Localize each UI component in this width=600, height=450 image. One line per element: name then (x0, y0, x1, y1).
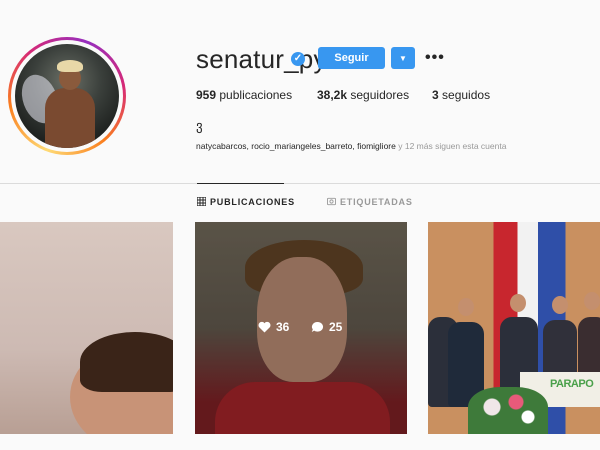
following-label: seguidos (442, 88, 491, 102)
post-banner-text: PARAPO (550, 378, 594, 390)
tab-tagged[interactable]: ETIQUETADAS (327, 197, 413, 207)
comment-bubble-icon (311, 321, 324, 332)
post-comments: 25 (311, 320, 342, 334)
following-count: 3 (432, 88, 439, 102)
profile-username: senatur_py (196, 44, 327, 74)
followed-by-names: natycabarcos, rocio_mariangeles_barreto,… (196, 141, 396, 151)
tab-tagged-label: ETIQUETADAS (340, 197, 413, 207)
profile-bio: ვ (196, 118, 203, 133)
post-likes-count: 36 (276, 320, 290, 334)
verified-badge-icon: ✓ (291, 52, 305, 66)
followed-by-more: y 12 más siguen esta cuenta (398, 141, 507, 151)
active-tab-indicator (197, 183, 284, 184)
more-options-icon[interactable]: ••• (425, 49, 445, 67)
posts-count-stat: 959 publicaciones (196, 88, 292, 102)
follow-button[interactable]: Seguir (318, 47, 385, 69)
followers-stat[interactable]: 38,2k seguidores (317, 88, 409, 102)
post-thumbnail-1[interactable] (0, 222, 173, 434)
posts-label: publicaciones (219, 88, 293, 102)
followers-label: seguidores (350, 88, 410, 102)
suggestions-dropdown-button[interactable]: ▼ (391, 47, 415, 69)
tabs-divider (0, 183, 600, 184)
tab-posts-label: PUBLICACIONES (210, 197, 295, 207)
post-thumbnail-3[interactable]: PARAPO (428, 222, 600, 434)
followed-by-line[interactable]: natycabarcos, rocio_mariangeles_barreto,… (196, 141, 506, 151)
followers-count: 38,2k (317, 88, 348, 102)
heart-icon (258, 321, 271, 333)
profile-avatar-ring[interactable] (8, 37, 126, 155)
tagged-icon (327, 197, 336, 206)
posts-count: 959 (196, 88, 217, 102)
tab-posts[interactable]: PUBLICACIONES (197, 197, 295, 207)
following-stat[interactable]: 3 seguidos (432, 88, 490, 102)
grid-icon (197, 197, 206, 206)
post-likes: 36 (258, 320, 289, 334)
avatar (15, 44, 119, 148)
post-comments-count: 25 (329, 320, 343, 334)
post-hover-overlay (195, 222, 407, 434)
post-thumbnail-2[interactable]: 36 25 (195, 222, 407, 434)
